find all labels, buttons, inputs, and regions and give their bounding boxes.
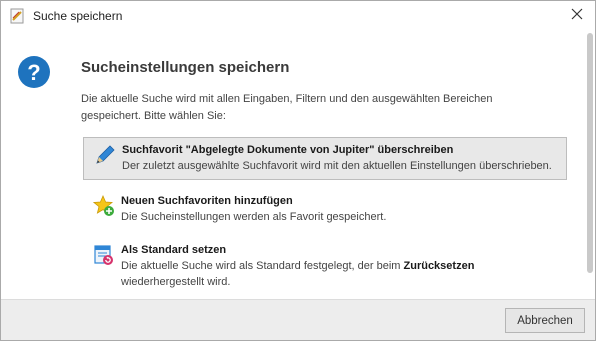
close-icon xyxy=(571,7,583,25)
subtitle-text: Die aktuelle Suche wird als Standard fes… xyxy=(121,260,404,272)
dialog-window: Suche speichern ? Sucheinstellungen spei… xyxy=(0,0,596,341)
option-subtitle: Die Sucheinstellungen werden als Favorit… xyxy=(121,211,387,223)
close-button[interactable] xyxy=(559,1,595,31)
option-subtitle: Die aktuelle Suche wird als Standard fes… xyxy=(121,258,559,290)
default-setting-icon xyxy=(93,244,115,266)
pencil-icon xyxy=(94,144,116,166)
subtitle-text: wiederhergestellt wird. xyxy=(121,276,231,288)
question-icon: ? xyxy=(17,55,51,89)
option-overwrite-favorite[interactable]: Suchfavorit "Abgelegte Dokumente von Jup… xyxy=(83,137,567,180)
option-title: Als Standard setzen xyxy=(121,244,227,256)
option-title: Neuen Suchfavoriten hinzufügen xyxy=(121,195,293,207)
cancel-button[interactable]: Abbrechen xyxy=(505,308,585,333)
svg-text:?: ? xyxy=(27,60,40,85)
option-title: Suchfavorit "Abgelegte Dokumente von Jup… xyxy=(122,144,454,156)
dialog-footer: Abbrechen xyxy=(1,299,595,340)
dialog-heading: Sucheinstellungen speichern xyxy=(81,59,290,76)
star-add-icon xyxy=(92,194,115,217)
option-set-default[interactable]: Als Standard setzen Die aktuelle Suche w… xyxy=(83,238,567,295)
option-add-favorite[interactable]: Neuen Suchfavoriten hinzufügen Die Suche… xyxy=(83,189,567,230)
window-title: Suche speichern xyxy=(33,9,123,23)
vertical-scrollbar[interactable] xyxy=(587,33,593,273)
title-bar: Suche speichern xyxy=(1,1,595,31)
option-subtitle: Der zuletzt ausgewählte Suchfavorit wird… xyxy=(122,160,552,172)
dialog-description: Die aktuelle Suche wird mit allen Eingab… xyxy=(81,93,493,122)
subtitle-bold-text: Zurücksetzen xyxy=(403,260,475,272)
document-icon xyxy=(9,8,25,24)
dialog-content: ? Sucheinstellungen speichern Die aktuel… xyxy=(1,31,585,301)
